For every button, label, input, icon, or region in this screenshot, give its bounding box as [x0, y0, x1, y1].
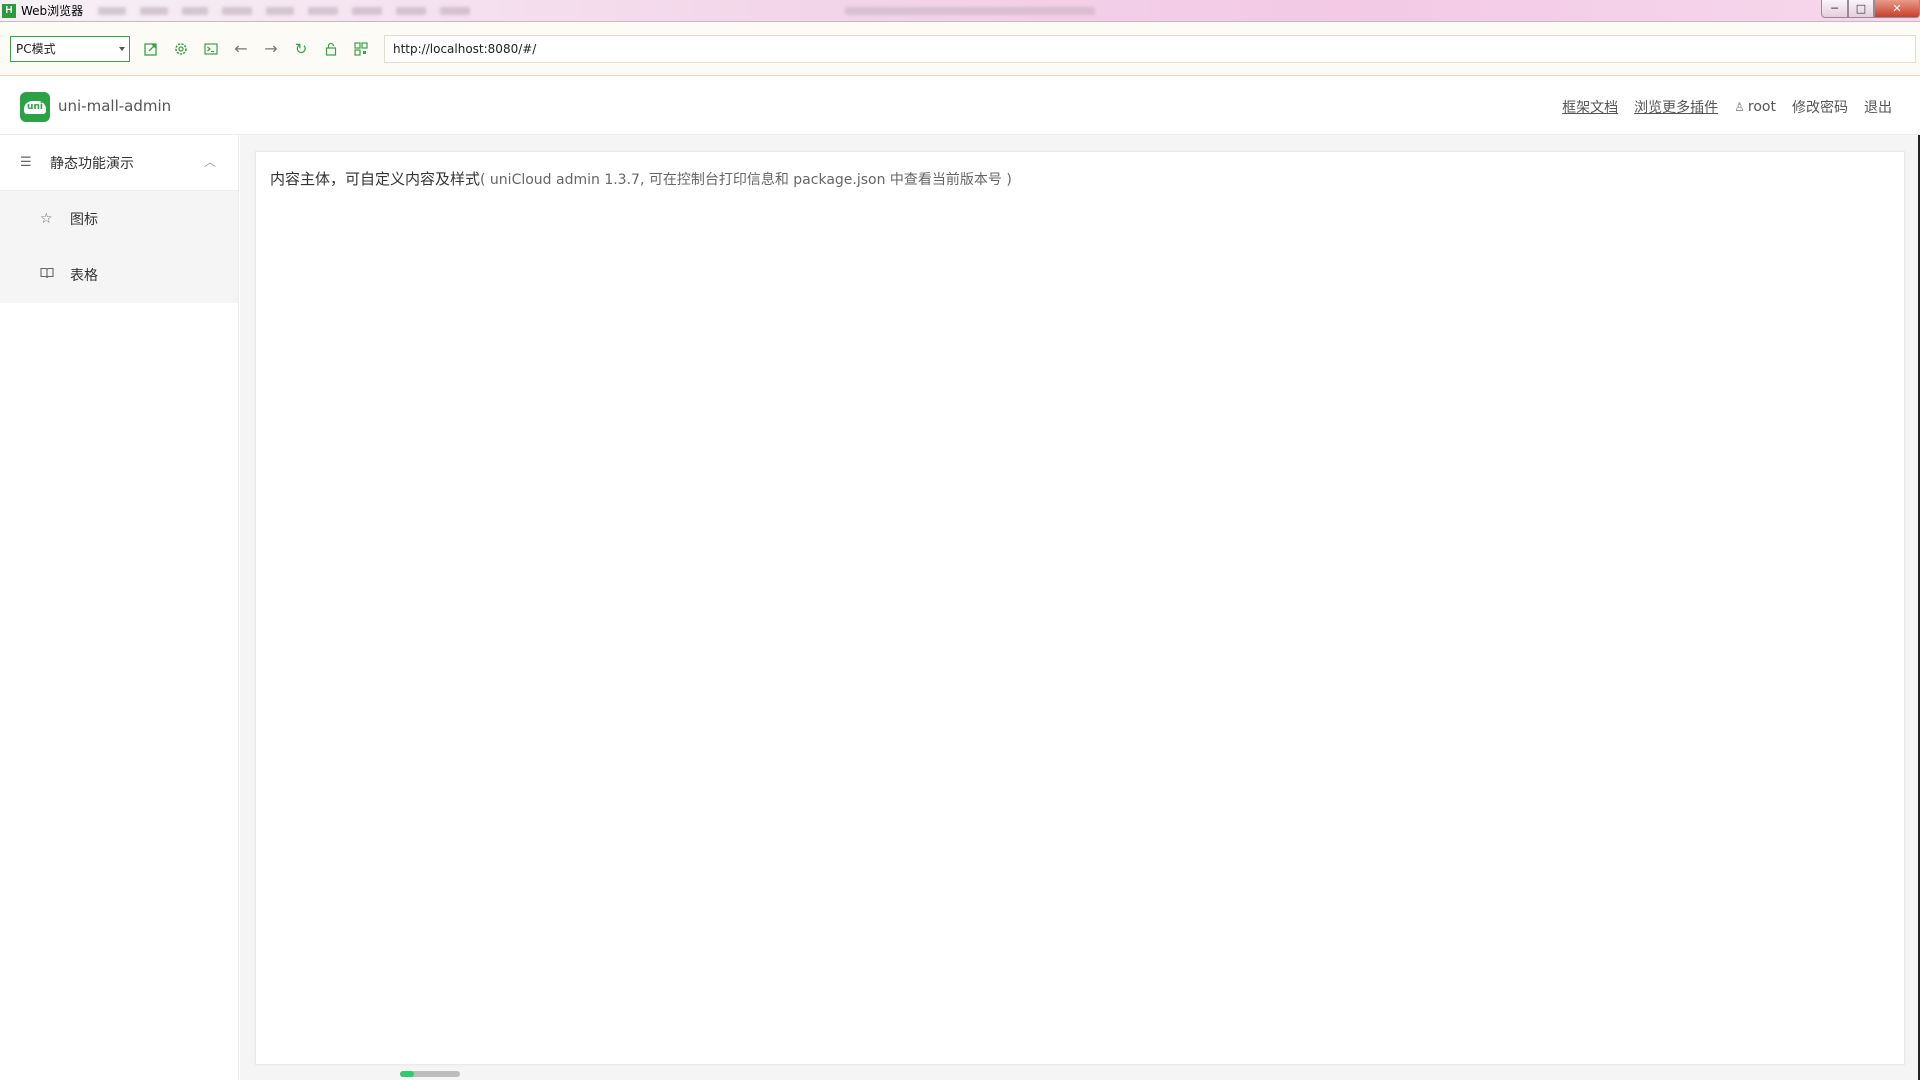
plugins-link[interactable]: 浏览更多插件 [1634, 97, 1718, 117]
sidebar-group-static-demo[interactable]: ☰ 静态功能演示 ︿ [0, 135, 238, 191]
sidebar-item-label: 图标 [70, 212, 98, 228]
sidebar-item-icons[interactable]: ☆ 图标 [0, 191, 238, 247]
star-icon: ☆ [40, 211, 53, 227]
close-button[interactable]: ✕ [1874, 0, 1920, 18]
settings-icon[interactable] [166, 36, 196, 62]
window-controls: ─ □ ✕ [1821, 0, 1920, 18]
window-app-title: Web浏览器 [21, 4, 84, 18]
mode-select[interactable]: PC模式 [10, 35, 130, 62]
toolbar-icons: ← → ↻ [136, 36, 376, 62]
content-card: 内容主体，可自定义内容及样式( uniCloud admin 1.3.7, 可在… [255, 151, 1905, 1065]
open-external-icon[interactable] [136, 36, 166, 62]
username: root [1747, 99, 1776, 115]
app-logo[interactable]: uni [20, 92, 50, 122]
app-name[interactable]: uni-mall-admin [58, 97, 171, 115]
lock-icon[interactable] [316, 36, 346, 62]
logout-link[interactable]: 退出 [1864, 97, 1892, 117]
chevron-down-icon [119, 46, 125, 51]
console-icon[interactable] [196, 36, 226, 62]
forward-arrow-icon[interactable]: → [256, 36, 286, 62]
sidebar-item-table[interactable]: 表格 [0, 247, 238, 303]
change-password-link[interactable]: 修改密码 [1792, 97, 1848, 117]
horizontal-scrollbar[interactable] [400, 1071, 460, 1077]
header-links: 框架文档 浏览更多插件 ♙ root 修改密码 退出 [1546, 97, 1892, 117]
browser-toolbar: PC模式 ← → ↻ http://localhost:8080/#/ [0, 22, 1920, 76]
blurred-menu-bar [91, 6, 477, 15]
user-menu[interactable]: ♙ root [1734, 99, 1776, 115]
qrcode-icon[interactable] [346, 36, 376, 62]
sidebar-submenu: ☆ 图标 表格 [0, 191, 238, 303]
url-input[interactable]: http://localhost:8080/#/ [384, 34, 1916, 63]
window-title-bar: H Web浏览器 ─ □ ✕ [0, 0, 1920, 22]
content-text: 内容主体，可自定义内容及样式( uniCloud admin 1.3.7, 可在… [270, 168, 1012, 189]
list-icon: ☰ [20, 155, 32, 170]
sidebar-group-label: 静态功能演示 [50, 155, 134, 172]
refresh-icon[interactable]: ↻ [286, 36, 316, 62]
logo-text: uni [24, 100, 46, 114]
content-heading: 内容主体，可自定义内容及样式 [270, 170, 481, 188]
content-description: ( uniCloud admin 1.3.7, 可在控制台打印信息和 packa… [480, 172, 1012, 188]
mode-select-value: PC模式 [16, 42, 56, 56]
chevron-up-icon: ︿ [203, 155, 216, 169]
scrollbar-thumb[interactable] [400, 1071, 414, 1077]
back-arrow-icon[interactable]: ← [226, 36, 256, 62]
app-header: uni uni-mall-admin 框架文档 浏览更多插件 ♙ root 修改密… [0, 76, 1920, 135]
sidebar-item-label: 表格 [70, 268, 98, 284]
maximize-button[interactable]: □ [1848, 0, 1874, 18]
sidebar: ☰ 静态功能演示 ︿ ☆ 图标 表格 [0, 135, 239, 1080]
blurred-window-title [845, 7, 1095, 15]
book-icon [40, 267, 56, 283]
minimize-button[interactable]: ─ [1821, 0, 1848, 18]
user-icon: ♙ [1734, 100, 1745, 114]
hbuilder-app-icon: H [2, 3, 16, 18]
docs-link[interactable]: 框架文档 [1562, 97, 1618, 117]
